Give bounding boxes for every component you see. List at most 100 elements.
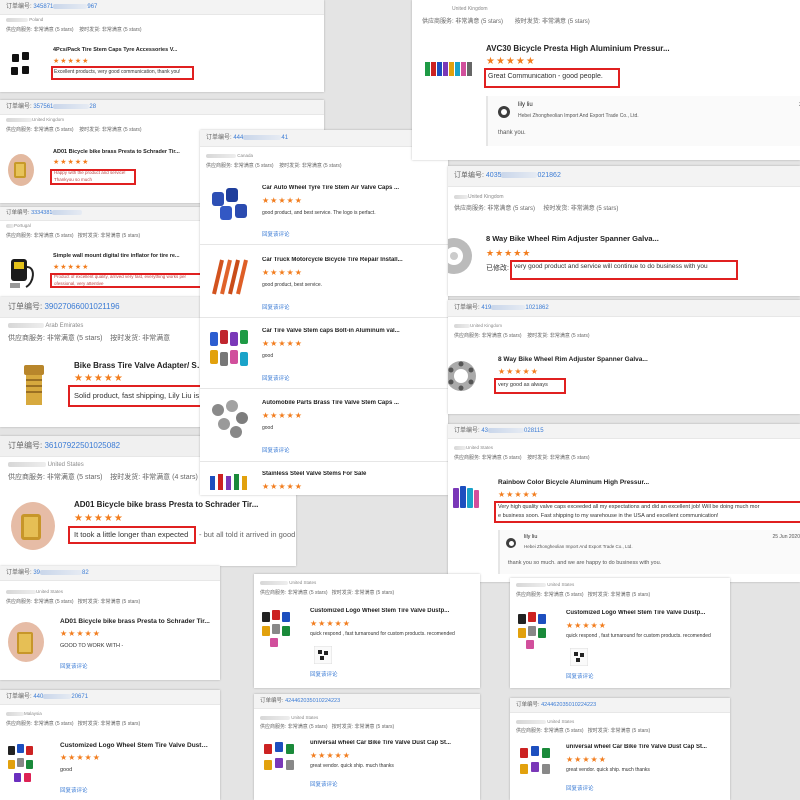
reply-link[interactable]: 回复该评论	[310, 780, 338, 788]
product-title[interactable]: Customized Logo Wheel Stem Tire Valve Du…	[566, 610, 726, 616]
product-title[interactable]: 8 Way Bike Wheel Rim Adjuster Spanner Ga…	[486, 234, 796, 243]
product-image[interactable]	[6, 253, 40, 291]
order-number-tail[interactable]: 967	[87, 4, 97, 10]
order-number[interactable]: 39027066001021196	[44, 302, 119, 311]
product-image[interactable]	[8, 50, 34, 80]
order-number[interactable]: 424462035010224223	[285, 698, 340, 704]
ship-rating: 按时发货: 非常满意	[543, 206, 595, 212]
ship-rating: 按时发货: 非常满意	[587, 592, 631, 598]
order-number-tail[interactable]: 28	[89, 104, 96, 110]
redacted-name	[6, 117, 32, 122]
product-image[interactable]	[206, 254, 252, 300]
service-stars: (5 stars)	[55, 127, 74, 133]
product-title[interactable]: AVC30 Bicycle Presta High Aluminium Pres…	[486, 44, 736, 53]
order-number[interactable]: 424462035010224223	[541, 702, 596, 708]
product-title[interactable]: 4Pcs/Pack Tire Stem Caps Tyre Accessorie…	[53, 47, 213, 53]
review-card-8: 订单编号: 444 41 Canada 供应商服务: 非常满意 (5 stars)…	[200, 130, 448, 495]
product-image[interactable]	[260, 608, 300, 648]
review-card-15: 订单编号: 424462035010224223 United States 供…	[254, 694, 480, 800]
seller-avatar	[498, 106, 510, 118]
product-image[interactable]	[448, 356, 478, 396]
rating-stars: ★★★★★	[498, 367, 539, 376]
order-label: 订单编号:	[6, 4, 32, 10]
buyer-country: United States	[36, 589, 64, 594]
review-comment-line-1: Happy with the product and service!	[54, 170, 126, 175]
order-number[interactable]: 4035	[486, 172, 502, 179]
product-title[interactable]: universal wheel Car Bike Tire Valve Dust…	[566, 744, 726, 750]
product-image[interactable]	[206, 396, 252, 442]
product-image[interactable]	[206, 470, 252, 495]
reply-link[interactable]: 回复该评论	[262, 374, 290, 382]
product-image[interactable]	[516, 742, 556, 782]
product-image[interactable]	[422, 46, 474, 96]
order-header: 订单编号: 424462035010224223	[510, 698, 730, 713]
product-title[interactable]: Customized Logo Wheel Stem Tire Valve Du…	[60, 742, 210, 749]
product-title[interactable]: Car Truck Motorcycle Bicycle Tire Repair…	[262, 257, 442, 263]
order-number[interactable]: 39	[33, 570, 40, 576]
order-number-tail[interactable]: 1021862	[525, 305, 548, 311]
reply-link[interactable]: 回复该评论	[262, 446, 290, 454]
service-stars: (5 stars)	[55, 599, 74, 605]
order-number[interactable]: 419	[481, 305, 491, 311]
order-header: 订单编号: 345871 967	[0, 0, 324, 15]
product-title[interactable]: Stainless Steel Valve Stems For Sale	[262, 471, 442, 477]
product-title[interactable]: 8 Way Bike Wheel Rim Adjuster Spanner Ga…	[498, 356, 798, 363]
product-title[interactable]: AD01 Bicycle bike brass Presta to Schrad…	[60, 618, 210, 625]
product-image[interactable]	[206, 180, 252, 226]
redacted-bar	[501, 172, 538, 179]
attached-photo[interactable]	[314, 646, 332, 664]
product-title[interactable]: Customized Logo Wheel Stem Tire Valve Du…	[310, 608, 478, 614]
seller-reply-box: lily liu Hebei Zhongheolian Import And E…	[486, 96, 800, 146]
redacted-name	[6, 589, 36, 594]
reply-link[interactable]: 回复该评论	[310, 670, 338, 678]
product-title[interactable]: Automobile Parts Brass Tire Valve Stem C…	[262, 400, 442, 406]
reply-link[interactable]: 回复该评论	[60, 786, 88, 794]
product-image[interactable]	[448, 232, 474, 280]
order-number[interactable]: 36107922501025082	[44, 441, 120, 450]
product-image[interactable]	[516, 610, 556, 650]
order-number[interactable]: 440	[33, 694, 43, 700]
order-number[interactable]: 345871	[33, 4, 53, 10]
buyer-country: Malaysia	[24, 711, 42, 716]
order-number-tail[interactable]: 021862	[537, 172, 560, 179]
order-number-tail[interactable]: 20671	[71, 694, 88, 700]
product-image[interactable]	[6, 740, 42, 784]
order-header: 订单编号: 3334381	[0, 207, 200, 221]
product-image[interactable]	[206, 326, 252, 372]
order-number[interactable]: 357561	[33, 104, 53, 110]
order-number-tail[interactable]: 41	[281, 135, 288, 141]
order-header: 订单编号: 39 82	[0, 566, 220, 581]
reply-link[interactable]: 回复该评论	[566, 784, 594, 792]
product-image[interactable]	[8, 496, 58, 552]
ship-stars: (4 stars)	[172, 474, 198, 481]
reply-link[interactable]: 回复该评论	[262, 303, 290, 311]
product-title[interactable]: Rainbow Color Bicycle Aluminum High Pres…	[498, 479, 798, 486]
ship-stars: (5 stars)	[121, 721, 141, 727]
product-image[interactable]	[450, 480, 480, 516]
product-image[interactable]	[260, 738, 300, 778]
product-title[interactable]: AD01 Bicycle bike brass Presta to Schrad…	[53, 149, 193, 155]
reply-link[interactable]: 回复该评论	[566, 672, 594, 680]
product-title[interactable]: Simple wall mount digital tire inflator …	[53, 253, 198, 259]
order-number-tail[interactable]: 028115	[524, 428, 544, 434]
review-card-12: 订单编号: 43 028115 United States 供应商服务: 非常满意…	[448, 424, 800, 582]
product-image[interactable]	[8, 359, 60, 413]
product-image[interactable]	[6, 150, 36, 188]
rating-stars: ★★★★★	[60, 629, 101, 638]
attached-photo[interactable]	[570, 648, 588, 666]
product-title[interactable]: AD01 Bicycle bike brass Presta to Schrad…	[74, 500, 294, 509]
order-number[interactable]: 444	[233, 135, 243, 141]
product-title[interactable]: Car Tire Valve Stem caps Bolt-in Aluminu…	[262, 328, 442, 334]
service-stars: (5 stars)	[565, 728, 584, 734]
reply-link[interactable]: 回复该评论	[60, 662, 88, 670]
reply-link[interactable]: 回复该评论	[262, 230, 290, 238]
redacted-bar	[488, 427, 525, 433]
ship-stars: (5 stars)	[121, 233, 141, 239]
product-title[interactable]: universal wheel Car Bike Tire Valve Dust…	[310, 740, 478, 746]
order-number[interactable]: 43	[481, 428, 488, 434]
order-number[interactable]: 3334381	[31, 210, 52, 216]
product-image[interactable]	[6, 618, 46, 664]
order-number-tail[interactable]: 82	[82, 570, 89, 576]
product-title[interactable]: Bike Brass Tire Valve Adapter/ Schr	[74, 361, 206, 370]
product-title[interactable]: Car Auto Wheel Tyre Tire Stem Air Valve …	[262, 185, 442, 191]
